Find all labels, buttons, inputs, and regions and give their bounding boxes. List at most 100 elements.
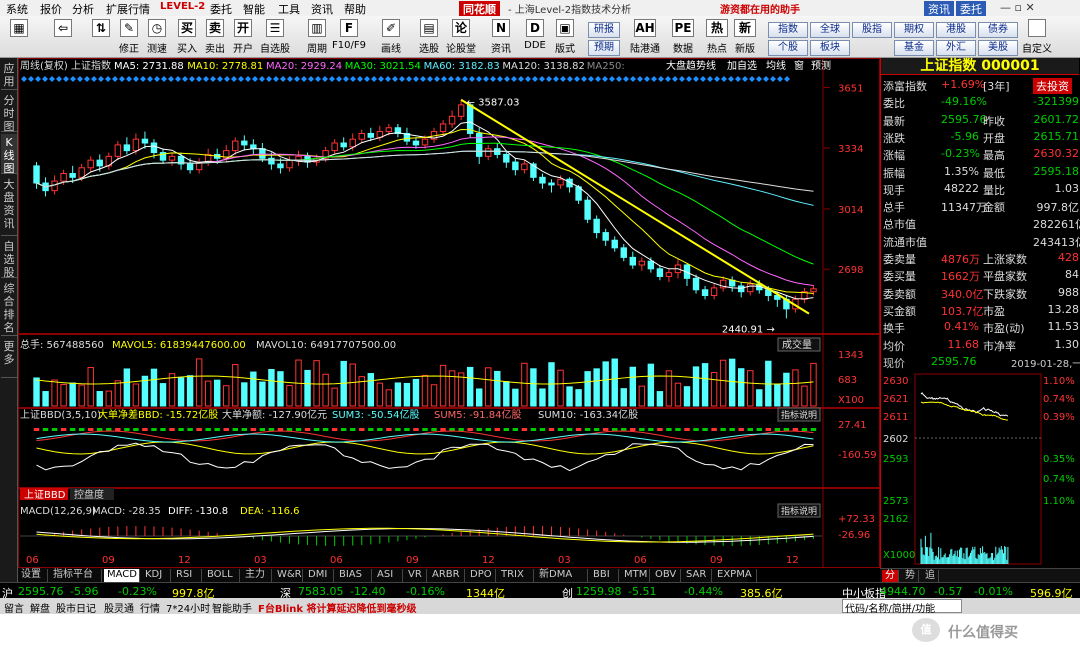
chart-link-1[interactable]: 加自选 bbox=[727, 59, 757, 72]
mini-tick-right-1: 0.74% bbox=[1043, 394, 1075, 405]
menu-trade[interactable]: 委托 bbox=[210, 1, 232, 17]
indicator-tab-vr[interactable]: VR bbox=[405, 569, 427, 582]
main-chart-area[interactable]: 周线(复权) 上证指数 MA5: 2731.88 MA10: 2778.81 MA20… bbox=[18, 58, 880, 568]
status-analysis[interactable]: 解盘 bbox=[30, 600, 50, 615]
indicator-tab-dpo[interactable]: DPO bbox=[467, 569, 496, 582]
indicator-tab-asi[interactable]: ASI bbox=[374, 569, 403, 582]
toolbar-button-14[interactable]: N 资讯 bbox=[488, 18, 514, 56]
quick-button-4[interactable]: 港股 bbox=[936, 22, 976, 38]
quick-button-0[interactable]: 指数 bbox=[768, 22, 808, 38]
left-tab-6[interactable]: 更多 bbox=[1, 338, 17, 378]
grid-icon bbox=[1028, 19, 1046, 37]
quick-button-2[interactable]: 股指 bbox=[852, 22, 892, 38]
indicator-tab-rsi[interactable]: RSI bbox=[173, 569, 202, 582]
indicator-tab-指标平台[interactable]: 指标平台 bbox=[50, 569, 102, 582]
left-tab-4[interactable]: 自选股 bbox=[1, 238, 17, 279]
chart-link-4[interactable]: 预测 bbox=[811, 59, 831, 72]
menu-help[interactable]: 帮助 bbox=[344, 1, 366, 17]
toolbar-button-15[interactable]: D DDE bbox=[522, 18, 548, 56]
left-tab-5[interactable]: 综合排名 bbox=[1, 280, 17, 336]
indicator-tab-dmi[interactable]: DMI bbox=[305, 569, 334, 582]
quick-button-1[interactable]: 全球 bbox=[810, 22, 850, 38]
bbd-bar bbox=[359, 428, 365, 431]
left-tab-0[interactable]: 应用 bbox=[1, 60, 17, 90]
toolbar-button-16[interactable]: ▣ 版式 bbox=[552, 18, 578, 56]
menu-extended[interactable]: 扩展行情 bbox=[106, 1, 150, 17]
candle-body bbox=[349, 138, 356, 148]
quick-button-8[interactable]: 基金 bbox=[894, 40, 934, 56]
indicator-tab-obv[interactable]: OBV bbox=[652, 569, 681, 582]
toolbar-button-9[interactable]: ▥ 周期 bbox=[304, 18, 330, 56]
indicator-tab-arbr[interactable]: ARBR bbox=[429, 569, 465, 582]
indicator-tab-macd[interactable]: MACD bbox=[104, 569, 140, 582]
bbd-bar bbox=[142, 428, 148, 431]
invest-button[interactable]: 去投资 bbox=[1033, 78, 1072, 94]
status-247[interactable]: 7*24小时 bbox=[166, 600, 210, 615]
status-assistant[interactable]: 智能助手 bbox=[212, 600, 252, 615]
menu-quote[interactable]: 报价 bbox=[40, 1, 62, 17]
quick-button-9[interactable]: 外汇 bbox=[936, 40, 976, 56]
quick-button-10[interactable]: 美股 bbox=[978, 40, 1018, 56]
status-gulingtong[interactable]: 股灵通 bbox=[104, 600, 134, 615]
left-tab-1[interactable]: 分时图 bbox=[1, 92, 17, 133]
indicator-tab-boll[interactable]: BOLL bbox=[204, 569, 240, 582]
menu-tools[interactable]: 工具 bbox=[278, 1, 300, 17]
indicator-tab-expma[interactable]: EXPMA bbox=[714, 569, 757, 582]
forecast-button[interactable]: 预期 bbox=[588, 40, 620, 56]
indicator-tab-w&r[interactable]: W&R bbox=[274, 569, 303, 582]
status-message[interactable]: 留言 bbox=[4, 600, 24, 615]
bbd-tab-label-1: 控盘度 bbox=[74, 488, 104, 501]
price-tick-0: 3651 bbox=[838, 84, 863, 95]
bbd-bar bbox=[422, 428, 428, 431]
research-report-button[interactable]: 研报 bbox=[588, 22, 620, 38]
indicator-tab-mtm[interactable]: MTM bbox=[621, 569, 650, 582]
candle-body bbox=[638, 260, 646, 266]
toolbar-button-12[interactable]: ▤ 选股 bbox=[416, 18, 442, 56]
news-ticker[interactable]: F台Blink 将计算延迟降低到毫秒级 bbox=[258, 600, 417, 615]
news-button[interactable]: 资讯 bbox=[924, 1, 954, 17]
toolbar-button-0[interactable]: ▦ bbox=[6, 18, 32, 56]
indicator-tab-kdj[interactable]: KDJ bbox=[142, 569, 171, 582]
toolbar-button-mid-1[interactable]: AH 陆港通 bbox=[630, 18, 660, 56]
customize-button[interactable]: 自定义 bbox=[1020, 18, 1054, 56]
indicator-tab-trix[interactable]: TRIX bbox=[498, 569, 534, 582]
menu-smart[interactable]: 智能 bbox=[243, 1, 265, 17]
left-tab-2[interactable]: K线图 bbox=[1, 134, 17, 175]
toolbar-button-mid-4[interactable]: 新新版 bbox=[730, 18, 760, 56]
menu-news[interactable]: 资讯 bbox=[311, 1, 333, 17]
left-tab-3[interactable]: 大盘资讯 bbox=[1, 176, 17, 236]
indicator-tab-bias[interactable]: BIAS bbox=[336, 569, 372, 582]
indicator-tab-sar[interactable]: SAR bbox=[683, 569, 712, 582]
toolbar-button-10[interactable]: F F10/F9 bbox=[332, 18, 366, 56]
window-controls[interactable]: — ▫ ✕ bbox=[1000, 1, 1035, 14]
toolbar-button-1[interactable]: ⇦ bbox=[50, 18, 76, 56]
toolbar-button-11[interactable]: ✐ 画线 bbox=[378, 18, 404, 56]
indicator-tab-新dma[interactable]: 新DMA bbox=[536, 569, 588, 582]
toolbar-button-13[interactable]: 论论股堂 bbox=[446, 18, 476, 56]
menu-analysis[interactable]: 分析 bbox=[72, 1, 94, 17]
menu-level2[interactable]: LEVEL-2 bbox=[160, 1, 205, 12]
toolbar-button-8[interactable]: ☰ 自选股 bbox=[260, 18, 290, 56]
quick-button-5[interactable]: 债券 bbox=[978, 22, 1018, 38]
quick-button-3[interactable]: 期权 bbox=[894, 22, 934, 38]
quick-button-6[interactable]: 个股 bbox=[768, 40, 808, 56]
status-diary[interactable]: 股市日记 bbox=[56, 600, 96, 615]
indicator-tab-设置[interactable]: 设置 bbox=[18, 569, 48, 582]
status-item-1: 2595.76 bbox=[18, 585, 64, 598]
indicator-tab-主力[interactable]: 主力 bbox=[242, 569, 272, 582]
indicator-tab-bbi[interactable]: BBI bbox=[590, 569, 619, 582]
intraday-mini-chart[interactable]: 2630 2621 2611 2602 2593 2573 2162 X1000 1.10% 0.… bbox=[881, 372, 1079, 568]
promo-text[interactable]: 游资都在用的助手 bbox=[720, 1, 800, 16]
toolbar-button-4[interactable]: ◷ 测速 bbox=[144, 18, 170, 56]
volume-bar bbox=[774, 383, 781, 407]
menu-system[interactable]: 系统 bbox=[6, 1, 28, 17]
toolbar-button-mid-2[interactable]: PE 数据 bbox=[668, 18, 698, 56]
status-quotes[interactable]: 行情 bbox=[140, 600, 160, 615]
chart-link-0[interactable]: 大盘趋势线 bbox=[666, 59, 716, 72]
quick-button-7[interactable]: 板块 bbox=[810, 40, 850, 56]
search-input[interactable]: 代码/名称/简拼/功能 bbox=[842, 599, 962, 615]
toolbar-button-7[interactable]: 开开户 bbox=[230, 18, 256, 56]
chart-link-3[interactable]: 窗 bbox=[794, 59, 804, 72]
chart-link-2[interactable]: 均线 bbox=[766, 59, 786, 72]
trade-button[interactable]: 委托 bbox=[956, 1, 986, 17]
